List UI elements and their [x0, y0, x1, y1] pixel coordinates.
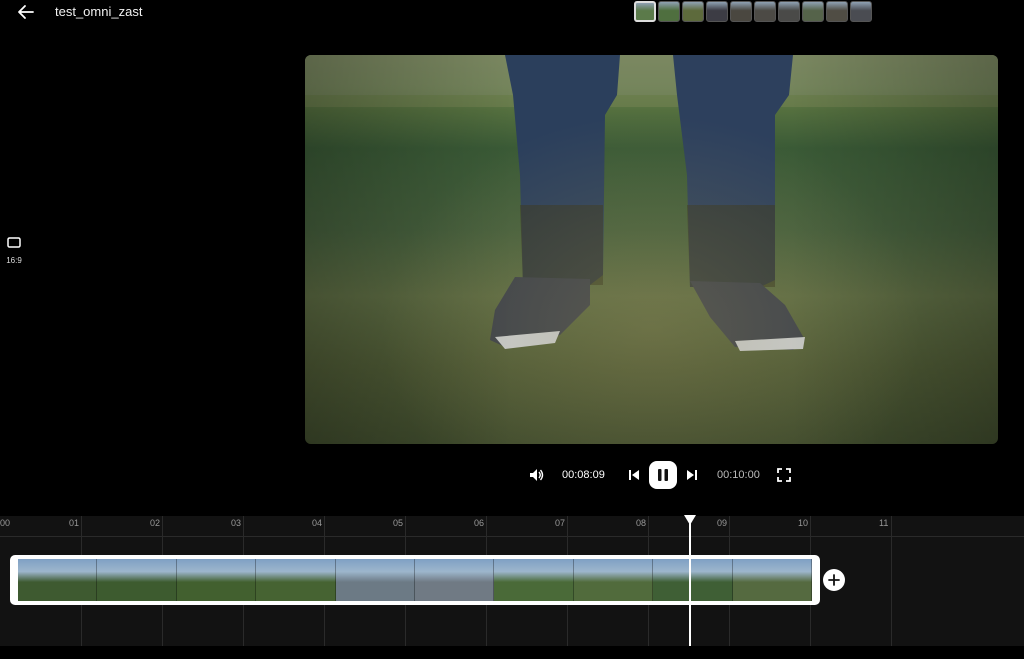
timeline[interactable]: 00 01 02 03 04 05 06 07 08 09 10 11 — [0, 515, 1024, 646]
ruler-tick: 03 — [231, 518, 242, 528]
clip-frame — [653, 559, 733, 601]
time-ruler: 00 01 02 03 04 05 06 07 08 09 10 11 — [0, 516, 1024, 537]
clip-frame — [415, 559, 495, 601]
skip-forward-button[interactable] — [685, 468, 699, 487]
volume-icon — [530, 469, 544, 481]
clip-thumbnail[interactable] — [754, 1, 776, 22]
clip-frame — [494, 559, 574, 601]
clip-thumbnail[interactable] — [706, 1, 728, 22]
clip-thumbnail[interactable] — [682, 1, 704, 22]
project-title: test_omni_zast — [55, 4, 143, 19]
clip-thumbnail[interactable] — [730, 1, 752, 22]
skip-next-icon — [687, 470, 697, 480]
aspect-ratio-button[interactable]: 16:9 — [4, 235, 24, 265]
clip-thumbnail[interactable] — [634, 1, 656, 22]
clip-thumbnail[interactable] — [826, 1, 848, 22]
clip-thumbnail[interactable] — [850, 1, 872, 22]
ruler-tick: 10 — [798, 518, 809, 528]
add-clip-button[interactable] — [823, 569, 845, 591]
pause-button[interactable] — [649, 461, 677, 489]
pause-icon — [658, 469, 668, 481]
skip-back-button[interactable] — [627, 468, 641, 487]
aspect-ratio-label: 16:9 — [6, 256, 22, 265]
top-bar: test_omni_zast — [0, 0, 1024, 26]
ruler-tick: 05 — [393, 518, 404, 528]
clip-frame — [732, 559, 813, 601]
total-time: 00:10:00 — [717, 469, 760, 481]
clip-thumbnail[interactable] — [658, 1, 680, 22]
ruler-tick: 04 — [312, 518, 323, 528]
current-time: 00:08:09 — [562, 469, 605, 481]
skip-previous-icon — [629, 470, 639, 480]
plus-icon — [828, 574, 840, 586]
ruler-tick: 02 — [150, 518, 161, 528]
clip-frame — [256, 559, 336, 601]
ruler-tick: 00 — [0, 518, 11, 528]
ruler-tick: 07 — [555, 518, 566, 528]
clip-frames — [18, 559, 813, 601]
ruler-tick: 11 — [879, 518, 889, 528]
back-button[interactable] — [16, 3, 36, 21]
fullscreen-button[interactable] — [776, 467, 792, 488]
video-preview[interactable] — [305, 55, 998, 444]
rectangle-icon — [7, 237, 21, 248]
clip-frame — [176, 559, 257, 601]
ruler-tick: 09 — [717, 518, 728, 528]
ruler-tick: 06 — [474, 518, 485, 528]
clip-frame — [335, 559, 416, 601]
video-clip[interactable] — [10, 555, 820, 605]
ruler-tick: 01 — [69, 518, 80, 528]
playhead[interactable] — [689, 516, 691, 646]
clip-thumbnails — [634, 1, 872, 22]
clip-thumbnail[interactable] — [778, 1, 800, 22]
clip-frame — [573, 559, 654, 601]
volume-button[interactable] — [528, 467, 544, 488]
clip-frame — [97, 559, 177, 601]
player-controls: 00:08:09 00:10:00 — [520, 461, 810, 489]
arrow-left-icon — [18, 5, 34, 19]
ruler-tick: 08 — [636, 518, 647, 528]
fullscreen-icon — [777, 468, 791, 482]
clip-thumbnail[interactable] — [802, 1, 824, 22]
clip-frame — [18, 559, 98, 601]
playhead-handle[interactable] — [684, 515, 696, 525]
